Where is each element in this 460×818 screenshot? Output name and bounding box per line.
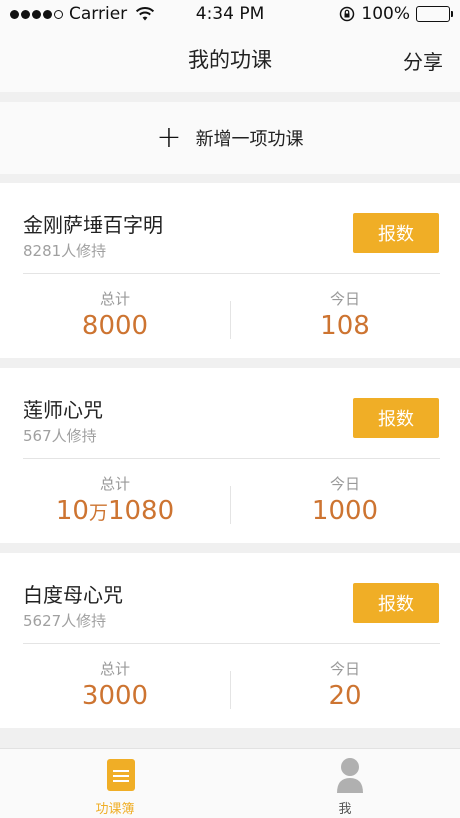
rotation-lock-icon — [340, 6, 355, 22]
total-label: 总计 — [99, 475, 130, 493]
today-label: 今日 — [329, 475, 360, 493]
practitioner-count: 5627人修持 — [23, 612, 107, 630]
lesson-name: 莲师心咒 — [23, 398, 103, 422]
lesson-name: 白度母心咒 — [23, 583, 123, 607]
total-label: 总计 — [99, 660, 130, 678]
total-value-prefix: 10 — [55, 496, 89, 526]
add-lesson-label: 新增一项功课 — [195, 129, 304, 150]
add-lesson-button[interactable]: + 新增一项功课 — [0, 102, 460, 174]
today-label: 今日 — [329, 290, 360, 308]
practitioner-count: 8281人修持 — [23, 242, 107, 260]
total-stat: 总计 3000 — [0, 660, 230, 712]
today-value: 108 — [320, 311, 370, 341]
divider — [23, 643, 440, 644]
lesson-name: 金刚萨埵百字明 — [23, 213, 163, 237]
status-right: 100% — [339, 4, 453, 24]
tab-label: 功课簿 — [95, 802, 135, 817]
person-icon — [337, 758, 363, 793]
report-count-button[interactable]: 报数 — [353, 583, 439, 623]
battery-icon — [416, 6, 453, 22]
battery-percent: 100% — [361, 4, 410, 24]
total-label: 总计 — [99, 290, 130, 308]
today-stat: 今日 1000 — [230, 475, 460, 527]
share-button[interactable]: 分享 — [403, 46, 443, 75]
lesson-card[interactable]: 白度母心咒 5627人修持 报数 总计 3000 今日 20 — [0, 553, 460, 728]
total-stat: 总计 10万1080 — [0, 475, 230, 529]
total-value-unit: 万 — [88, 502, 108, 524]
total-value: 3000 — [81, 681, 149, 711]
tab-label: 我 — [338, 802, 352, 817]
tab-lesson-book[interactable]: 功课簿 — [0, 749, 230, 818]
divider — [23, 273, 440, 274]
total-stat: 总计 8000 — [0, 290, 230, 342]
today-value: 20 — [328, 681, 362, 711]
total-value-suffix: 1080 — [107, 496, 175, 526]
nav-bar: 我的功课 分享 — [0, 30, 460, 92]
divider — [23, 458, 440, 459]
today-value: 1000 — [311, 496, 379, 526]
today-stat: 今日 20 — [230, 660, 460, 712]
tab-me[interactable]: 我 — [230, 749, 460, 818]
total-value: 8000 — [81, 311, 149, 341]
today-label: 今日 — [329, 660, 360, 678]
tab-bar: 功课簿 我 — [0, 748, 460, 818]
practitioner-count: 567人修持 — [23, 427, 97, 445]
report-count-button[interactable]: 报数 — [353, 398, 439, 438]
page-title: 我的功课 — [188, 48, 272, 72]
lesson-card[interactable]: 金刚萨埵百字明 8281人修持 报数 总计 8000 今日 108 — [0, 183, 460, 358]
today-stat: 今日 108 — [230, 290, 460, 342]
status-bar: Carrier 4:34 PM 100% — [0, 0, 460, 30]
total-value: 10万1080 — [0, 495, 230, 529]
book-icon — [107, 759, 135, 791]
lesson-card[interactable]: 莲师心咒 567人修持 报数 总计 10万1080 今日 1000 — [0, 368, 460, 543]
plus-icon: + — [156, 120, 182, 155]
report-count-button[interactable]: 报数 — [353, 213, 439, 253]
